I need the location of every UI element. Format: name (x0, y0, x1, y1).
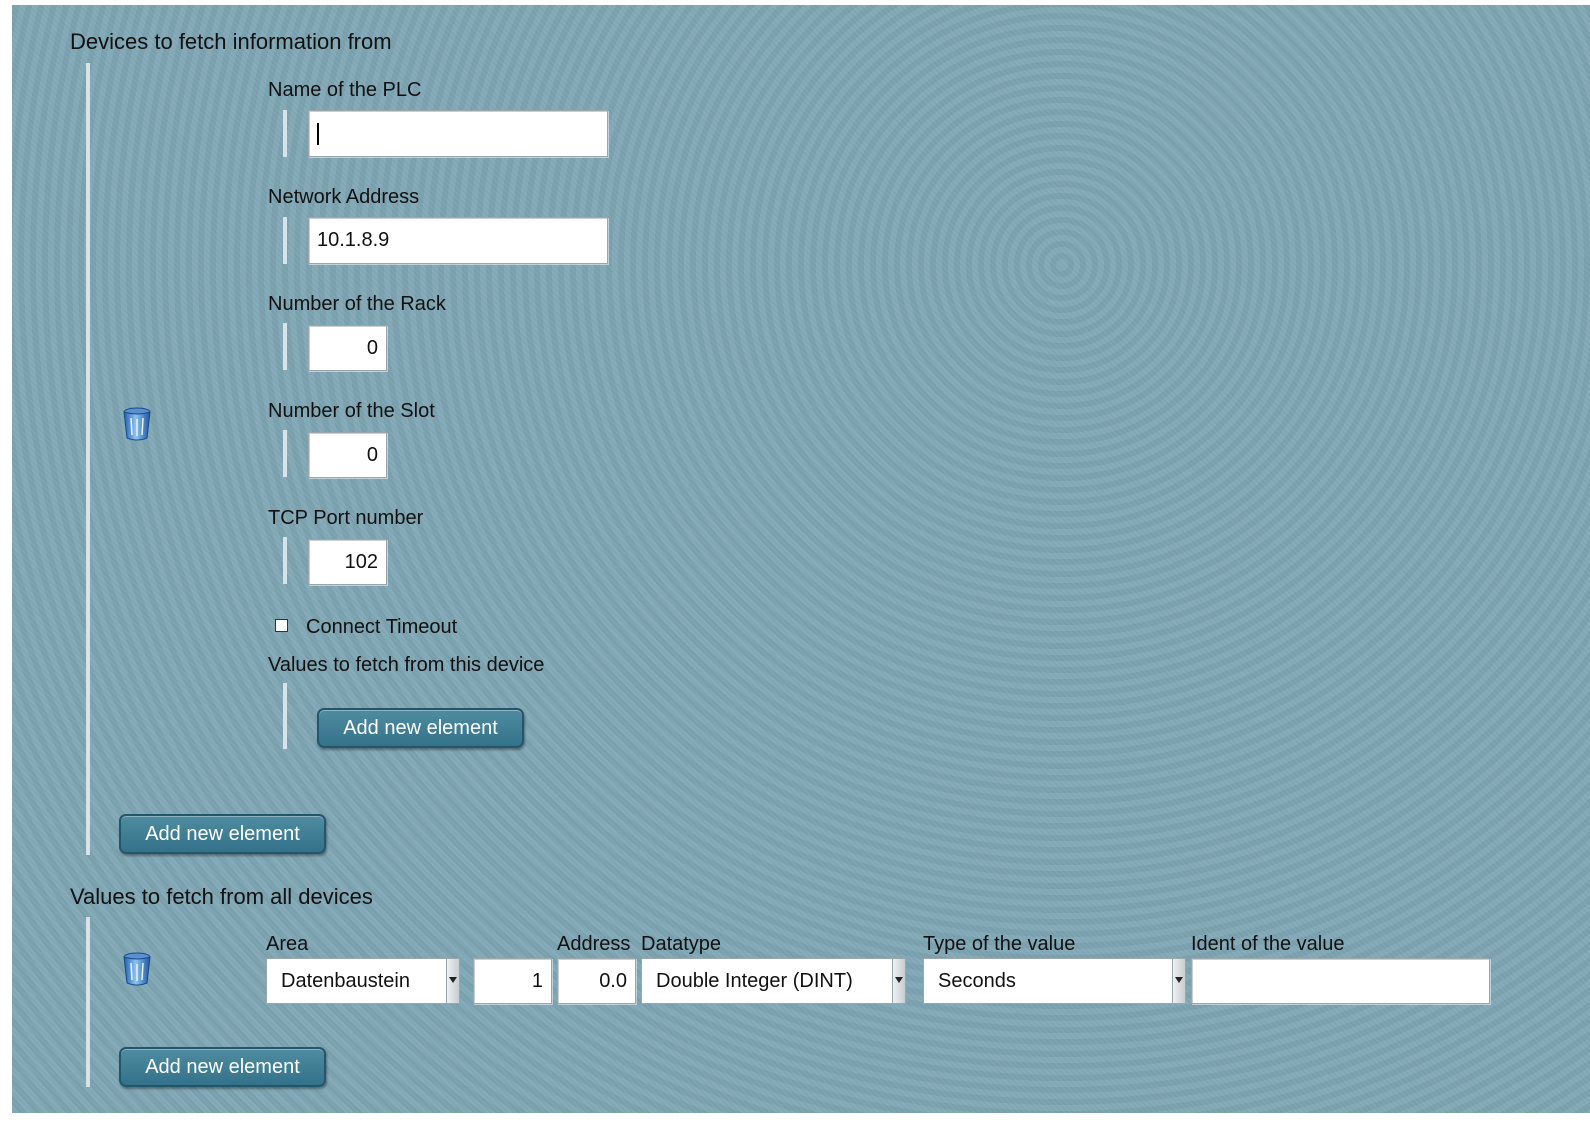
field-bar (283, 217, 287, 264)
datatype-column-header: Datatype (641, 933, 722, 955)
ident-input[interactable] (1191, 958, 1490, 1004)
datatype-select-value: Double Integer (DINT) (656, 970, 853, 992)
db-number-input[interactable]: 1 (473, 958, 552, 1004)
device-values-label: Values to fetch from this device (268, 654, 545, 676)
field-bar (283, 537, 287, 584)
address-input[interactable]: 0.0 (557, 958, 636, 1004)
plc-name-label: Name of the PLC (268, 79, 422, 101)
area-column-header: Area (266, 933, 309, 955)
chevron-down-icon (446, 959, 459, 1003)
rack-input[interactable]: 0 (308, 325, 387, 371)
plc-name-input[interactable] (308, 110, 608, 157)
trash-icon[interactable] (122, 406, 152, 442)
ident-column-header: Ident of the value (1191, 933, 1345, 955)
slot-label: Number of the Slot (268, 400, 435, 422)
field-bar (283, 323, 287, 370)
field-bar (283, 430, 287, 477)
devices-section-bar (86, 63, 90, 855)
add-device-value-button[interactable]: Add new element (317, 708, 524, 748)
values-section-bar (86, 917, 90, 1087)
type-of-value-select[interactable]: Seconds (923, 958, 1186, 1004)
connect-timeout-label: Connect Timeout (306, 616, 458, 638)
area-select[interactable]: Datenbaustein (266, 958, 460, 1004)
trash-icon[interactable] (122, 951, 152, 987)
rack-label: Number of the Rack (268, 293, 446, 315)
form-panel: Devices to fetch information from Name o… (12, 5, 1590, 1113)
connect-timeout-checkbox[interactable] (275, 619, 288, 632)
slot-input[interactable]: 0 (308, 432, 387, 478)
values-section-heading: Values to fetch from all devices (70, 884, 373, 909)
datatype-select[interactable]: Double Integer (DINT) (641, 958, 906, 1004)
text-caret (317, 123, 319, 145)
area-select-value: Datenbaustein (281, 970, 410, 992)
field-bar (283, 110, 287, 157)
chevron-down-icon (1172, 959, 1185, 1003)
tcp-port-input[interactable]: 102 (308, 539, 387, 585)
network-address-input[interactable]: 10.1.8.9 (308, 217, 608, 264)
address-column-header: Address (557, 933, 631, 955)
device-values-bar (283, 683, 287, 749)
tcp-port-label: TCP Port number (268, 507, 424, 529)
devices-section-heading: Devices to fetch information from (70, 29, 392, 54)
type-of-value-select-value: Seconds (938, 970, 1016, 992)
network-address-label: Network Address (268, 186, 420, 208)
add-value-button[interactable]: Add new element (119, 1047, 326, 1087)
add-device-button[interactable]: Add new element (119, 814, 326, 854)
type-of-value-column-header: Type of the value (923, 933, 1076, 955)
chevron-down-icon (892, 959, 905, 1003)
